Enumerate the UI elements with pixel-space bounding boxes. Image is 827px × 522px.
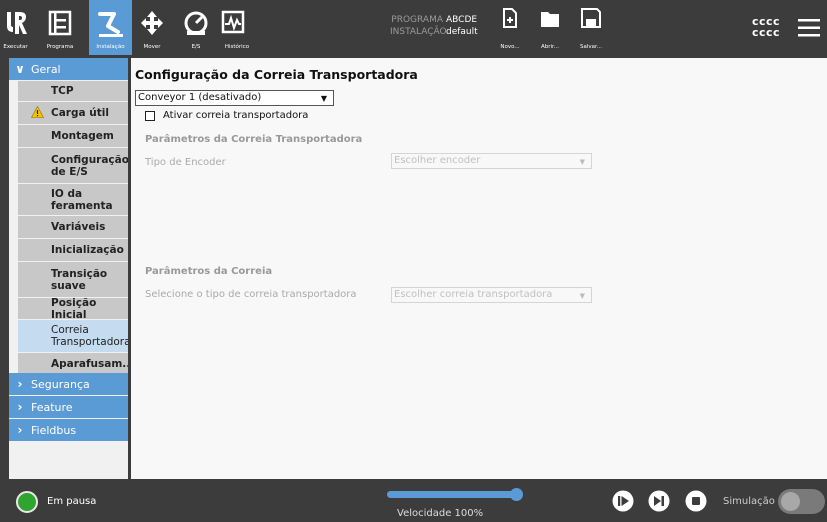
io-tab-label: E/S xyxy=(191,44,201,50)
robot-status-label: Em pausa xyxy=(47,496,97,507)
new-button[interactable]: Novo... xyxy=(497,0,523,55)
sidebar-item-smooth-transition[interactable]: Transição suave xyxy=(18,262,128,297)
dropdown-arrow-icon: ▼ xyxy=(579,158,585,166)
log-tab-label: Histórico xyxy=(224,44,250,50)
belt-params-title: Parâmetros da Correia xyxy=(145,266,273,277)
simulation-toggle[interactable] xyxy=(778,489,825,514)
save-button-label: Salvar... xyxy=(579,44,603,50)
log-tab[interactable]: Histórico xyxy=(218,0,256,55)
sidebar-item-conveyor-tracking[interactable]: Correia Transportadora xyxy=(18,320,128,352)
program-tab[interactable]: Programa xyxy=(31,0,89,55)
stop-button[interactable] xyxy=(685,490,707,512)
simulation-label: Simulação xyxy=(723,496,775,507)
conveyor-select[interactable]: Conveyor 1 (desativado) ▼ xyxy=(135,90,334,106)
program-name: ABCDE xyxy=(446,15,478,25)
sidebar-item-mounting[interactable]: Montagem xyxy=(18,125,128,147)
conveyor-select-value: Conveyor 1 (desativado) xyxy=(138,92,262,103)
sidebar-item-payload[interactable]: Carga útil xyxy=(18,102,128,124)
install-tab[interactable]: Instalação xyxy=(89,0,132,55)
enable-conveyor-row[interactable]: Ativar correia transportadora xyxy=(145,110,308,121)
conveyor-params-title: Parâmetros da Correia Transportadora xyxy=(145,134,363,145)
robot-arm-icon xyxy=(98,12,123,37)
top-toolbar: Executar Programa Instalação Mover E/S H… xyxy=(0,0,827,55)
chevron-down-icon: ∨ xyxy=(15,62,25,76)
belt-type-select[interactable]: Escolher correia transportadora ▼ xyxy=(391,287,592,303)
warning-icon xyxy=(31,106,44,118)
save-button[interactable]: Salvar... xyxy=(577,0,605,55)
page-title: Configuração da Correia Transportadora xyxy=(135,67,418,82)
sidebar-item-io-setup[interactable]: Configuração de E/S xyxy=(18,148,128,183)
program-tab-label: Programa xyxy=(46,44,74,50)
run-tab[interactable]: Executar xyxy=(0,0,31,55)
user-label: cccc cccc xyxy=(752,15,781,39)
belt-type-label: Selecione o tipo de correia transportado… xyxy=(145,289,357,300)
chevron-right-icon: › xyxy=(17,377,23,391)
move-arrows-icon xyxy=(141,11,163,35)
chevron-right-icon: › xyxy=(17,423,23,437)
speed-slider-handle[interactable] xyxy=(510,488,523,501)
sidebar-section-safety[interactable]: › Segurança xyxy=(9,373,128,395)
program-key: PROGRAMA xyxy=(391,15,443,25)
sidebar-item-tool-io[interactable]: IO da feramenta xyxy=(18,184,128,215)
move-tab-label: Mover xyxy=(143,44,161,50)
open-button-label: Abrir... xyxy=(540,44,560,50)
step-button[interactable] xyxy=(648,490,670,512)
speed-slider[interactable] xyxy=(387,488,523,501)
enable-conveyor-label: Ativar correia transportadora xyxy=(163,110,309,121)
section-label: Geral xyxy=(31,62,61,76)
move-tab[interactable]: Mover xyxy=(137,0,167,55)
encoder-select[interactable]: Escolher encoder ▼ xyxy=(391,153,592,169)
sidebar-item-tcp[interactable]: TCP xyxy=(18,81,128,101)
sidebar: ∨ Geral TCP Carga útil Montagem Configur… xyxy=(9,58,128,479)
speed-label: Velocidade 100% xyxy=(397,508,484,519)
sidebar-section-general[interactable]: ∨ Geral xyxy=(9,58,128,80)
save-disk-icon xyxy=(581,8,601,28)
dropdown-arrow-icon: ▼ xyxy=(320,94,327,103)
robot-status-indicator[interactable] xyxy=(16,491,38,513)
program-tree-icon xyxy=(48,10,72,36)
new-file-icon xyxy=(503,8,517,28)
app-window: Executar Programa Instalação Mover E/S H… xyxy=(0,0,827,522)
sidebar-section-fieldbus[interactable]: › Fieldbus xyxy=(9,419,128,441)
open-button[interactable]: Abrir... xyxy=(537,0,563,55)
ur-logo-icon xyxy=(7,12,27,34)
hamburger-menu-icon[interactable] xyxy=(798,19,820,37)
install-tab-label: Instalação xyxy=(96,44,125,50)
install-key: INSTALAÇÃO xyxy=(390,27,447,37)
folder-icon xyxy=(541,12,559,27)
sidebar-section-feature[interactable]: › Feature xyxy=(9,396,128,418)
io-gauge-icon xyxy=(184,11,208,35)
enable-conveyor-checkbox[interactable] xyxy=(145,110,155,121)
log-chart-icon xyxy=(221,10,245,34)
simulation-toggle-knob xyxy=(781,492,800,511)
main-panel: Configuração da Correia Transportadora C… xyxy=(131,58,827,479)
dropdown-arrow-icon: ▼ xyxy=(579,292,585,300)
sidebar-item-variables[interactable]: Variáveis xyxy=(18,216,128,238)
program-info: PROGRAMA ABCDE INSTALAÇÃOdefault xyxy=(390,14,478,38)
sidebar-item-startup[interactable]: Inicialização xyxy=(18,239,128,261)
chevron-right-icon: › xyxy=(17,400,23,414)
sidebar-item-screwdriving[interactable]: Aparafusam... xyxy=(18,353,128,374)
bottom-status-bar: Em pausa Velocidade 100% Simulação xyxy=(0,480,827,522)
sidebar-item-home[interactable]: Posição Inicial xyxy=(18,298,128,319)
speed-slider-fill xyxy=(387,491,517,498)
install-name: default xyxy=(446,27,478,37)
run-tab-label: Executar xyxy=(3,44,28,50)
encoder-type-label: Tipo de Encoder xyxy=(145,157,226,168)
new-button-label: Novo... xyxy=(500,44,520,50)
play-button[interactable] xyxy=(612,490,634,512)
io-tab[interactable]: E/S xyxy=(182,0,210,55)
